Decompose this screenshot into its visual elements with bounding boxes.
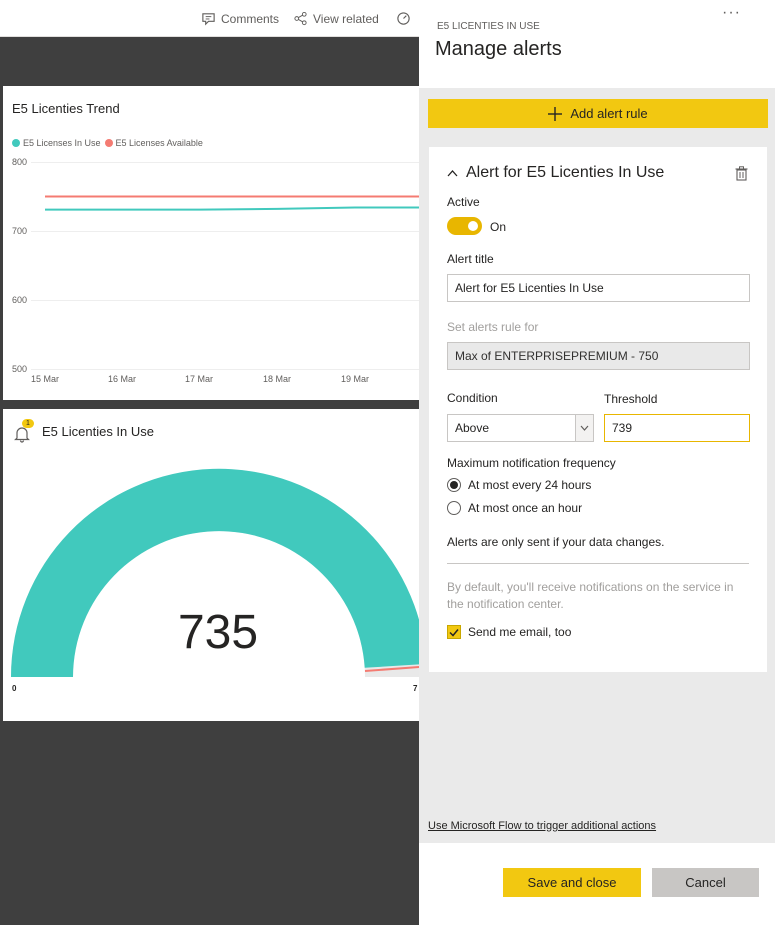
condition-label: Condition — [447, 391, 498, 405]
radio-button-selected[interactable] — [447, 478, 461, 492]
gauge-min-label: 0 — [12, 684, 17, 693]
email-option[interactable]: Send me email, too — [447, 625, 571, 639]
rule-for-label: Set alerts rule for — [447, 320, 539, 334]
share-nodes-icon — [294, 11, 307, 26]
checkbox-checked[interactable] — [447, 625, 461, 639]
alert-rule-card: Alert for E5 Licenties In Use Active On … — [429, 147, 767, 672]
trend-chart-plot — [45, 195, 419, 211]
insights-button[interactable] — [396, 11, 411, 26]
frequency-option-label: At most once an hour — [468, 501, 583, 515]
active-label: Active — [447, 195, 480, 209]
data-change-note: Alerts are only sent if your data change… — [447, 535, 665, 549]
active-toggle[interactable] — [447, 217, 482, 235]
rule-for-field: Max of ENTERPRISEPREMIUM - 750 — [447, 342, 750, 370]
trash-icon[interactable] — [735, 166, 748, 181]
comments-label: Comments — [221, 11, 280, 26]
alert-card-header[interactable]: Alert for E5 Licenties In Use — [447, 164, 664, 182]
toggle-knob — [468, 221, 478, 231]
pane-title: Manage alerts — [435, 38, 562, 60]
alert-title-label: Alert title — [447, 252, 494, 266]
alert-title-input[interactable] — [447, 274, 750, 302]
comment-icon — [202, 13, 215, 26]
frequency-option-24h[interactable]: At most every 24 hours — [447, 478, 591, 492]
frequency-option-hourly[interactable]: At most once an hour — [447, 501, 582, 515]
chevron-down-icon[interactable] — [575, 415, 593, 441]
manage-alerts-pane: E5 LICENTIES IN USE Manage alerts ··· Ad… — [419, 0, 775, 925]
add-alert-rule-label: Add alert rule — [570, 106, 648, 121]
gauge-tile[interactable]: 1 E5 Licenties In Use 735 0 7 — [3, 409, 419, 721]
trend-tile[interactable]: E5 Licenties Trend E5 Licenses In Use E5… — [3, 86, 419, 400]
gauge-icon — [397, 12, 410, 25]
divider — [447, 563, 749, 564]
save-and-close-button[interactable]: Save and close — [503, 868, 641, 897]
add-alert-rule-button[interactable]: Add alert rule — [428, 99, 768, 128]
condition-value: Above — [455, 421, 490, 435]
threshold-label: Threshold — [604, 392, 658, 406]
cancel-button[interactable]: Cancel — [652, 868, 759, 897]
view-related-button[interactable]: View related — [293, 11, 379, 26]
frequency-label: Maximum notification frequency — [447, 456, 616, 470]
checkmark-icon — [449, 628, 459, 637]
comments-button[interactable]: Comments — [201, 11, 279, 26]
chevron-up-icon[interactable] — [447, 169, 458, 177]
view-related-label: View related — [313, 11, 379, 26]
alert-card-title: Alert for E5 Licenties In Use — [466, 164, 665, 181]
pane-subtitle: E5 LICENTIES IN USE — [437, 21, 540, 32]
gauge-max-label: 7 — [413, 684, 418, 693]
radio-button[interactable] — [447, 501, 461, 515]
toggle-state-label: On — [490, 220, 507, 234]
more-options-icon[interactable]: ··· — [722, 4, 741, 22]
condition-select[interactable]: Above — [447, 414, 594, 442]
pane-footer: Save and close Cancel — [419, 843, 775, 925]
frequency-option-label: At most every 24 hours — [468, 478, 592, 492]
series-line-in-use — [45, 206, 419, 211]
gauge-chart — [11, 468, 419, 677]
pane-header: E5 LICENTIES IN USE Manage alerts ··· — [419, 0, 775, 88]
threshold-input[interactable] — [604, 414, 750, 442]
microsoft-flow-link[interactable]: Use Microsoft Flow to trigger additional… — [428, 820, 656, 832]
default-notification-note: By default, you'll receive notifications… — [447, 580, 734, 611]
email-option-label: Send me email, too — [468, 625, 572, 639]
gauge-value: 735 — [177, 606, 259, 659]
plus-icon — [548, 106, 563, 121]
